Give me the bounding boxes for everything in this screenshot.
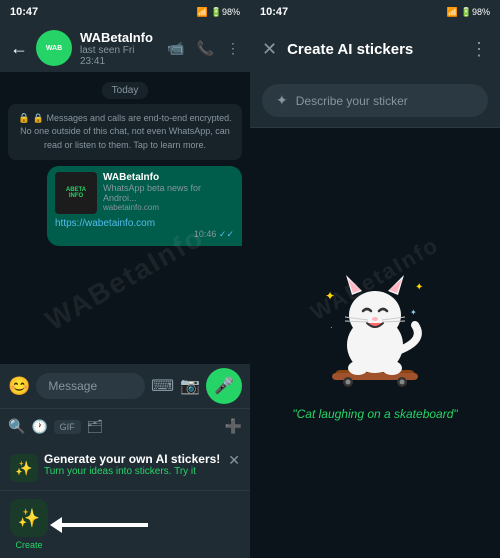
left-status-icons: 📶 🔋98% (197, 7, 240, 18)
arrow-line (58, 523, 148, 527)
battery-icon: 🔋98% (211, 7, 240, 18)
sticker-tab-icon[interactable]: 🗂 (87, 419, 104, 435)
right-status-bar: 10:47 📶 🔋98% (250, 0, 500, 24)
create-sticker-button[interactable]: ✨ Create (10, 499, 48, 550)
right-status-icons: 📶 🔋98% (447, 7, 490, 18)
right-battery-icon: 🔋98% (461, 7, 490, 18)
close-panel-button[interactable]: ✕ (262, 39, 277, 60)
right-panel: WABetaInfo 10:47 📶 🔋98% ✕ Create AI stic… (250, 0, 500, 558)
left-time: 10:47 (10, 6, 38, 18)
promo-title: Generate your own AI stickers! (44, 452, 222, 466)
date-badge: Today (8, 80, 242, 98)
back-button[interactable]: ← (10, 38, 28, 59)
link-preview: ABETAINFO WABetaInfo WhatsApp beta news … (55, 172, 234, 214)
link-source: wabetainfo.com (103, 203, 234, 212)
promo-close-button[interactable]: ✕ (228, 452, 240, 469)
contact-info: WABetaInfo last seen Fri 23:41 (80, 30, 159, 67)
mic-button[interactable]: 🎤 (206, 368, 242, 404)
contact-avatar: WAB (36, 30, 72, 66)
emoji-recent-icon[interactable]: 🕐 (31, 419, 47, 435)
message-input[interactable]: Message (36, 373, 145, 399)
panel-title: Create AI stickers (287, 41, 460, 58)
contact-name: WABetaInfo (80, 30, 159, 45)
more-options-icon[interactable]: ⋮ (226, 40, 240, 57)
message-time: 10:46 ✓✓ (55, 229, 234, 240)
video-call-icon[interactable]: 📹 (167, 40, 184, 57)
signal-icon: 📶 (197, 7, 208, 18)
right-panel-header: ✕ Create AI stickers ⋮ (250, 24, 500, 74)
describe-input-wrap: ✦ Describe your sticker (250, 74, 500, 128)
panel-more-button[interactable]: ⋮ (470, 39, 488, 60)
add-emoji-button[interactable]: ➕ (225, 418, 242, 435)
link-title: WABetaInfo (103, 172, 234, 183)
camera-button[interactable]: 📷 (180, 376, 200, 396)
encrypted-notice: 🔒 🔒 Messages and calls are end-to-end en… (8, 104, 242, 160)
chat-input-area: 😊 Message ⌨ 📷 🎤 (0, 364, 250, 408)
svg-text:·: · (330, 323, 333, 332)
create-sticker-icon: ✨ (10, 499, 48, 537)
keyboard-button[interactable]: ⌨ (151, 376, 174, 396)
promo-text: Generate your own AI stickers! Turn your… (44, 452, 222, 477)
contact-status: last seen Fri 23:41 (80, 45, 159, 67)
sticker-tray: ✨ Create (0, 490, 250, 558)
emoji-search-icon[interactable]: 🔍 (8, 418, 25, 435)
sparkle-icon: ✦ (276, 92, 288, 109)
svg-text:✦: ✦ (410, 308, 417, 317)
sticker-preview-area: ✦ ✦ ✦ · "Cat laughing on a skateboard" (250, 128, 500, 558)
create-sticker-label: Create (15, 540, 42, 550)
right-time: 10:47 (260, 6, 288, 18)
left-panel: WABetaInfo 10:47 📶 🔋98% ← WAB WABetaInfo… (0, 0, 250, 558)
link-thumbnail: ABETAINFO (55, 172, 97, 214)
link-subtitle: WhatsApp beta news for Androi... (103, 183, 234, 203)
read-ticks: ✓✓ (219, 229, 234, 239)
lock-icon: 🔒 (18, 113, 30, 124)
sticker-image: ✦ ✦ ✦ · (310, 265, 440, 395)
right-signal-icon: 📶 (447, 7, 458, 18)
left-status-bar: 10:47 📶 🔋98% (0, 0, 250, 24)
arrow-indicator (58, 523, 240, 527)
promo-subtitle: Turn your ideas into stickers. Try it (44, 466, 222, 477)
sticker-promo-banner: ✨ Generate your own AI stickers! Turn yo… (0, 444, 250, 490)
link-url[interactable]: https://wabetainfo.com (55, 218, 234, 229)
chat-body: Today 🔒 🔒 Messages and calls are end-to-… (0, 72, 250, 364)
link-text-block: WABetaInfo WhatsApp beta news for Androi… (103, 172, 234, 214)
promo-cta-link[interactable]: Try it (174, 466, 196, 477)
promo-icon: ✨ (10, 454, 38, 482)
emoji-bar: 🔍 🕐 GIF 🗂 ➕ (0, 408, 250, 444)
chat-header: ← WAB WABetaInfo last seen Fri 23:41 📹 📞… (0, 24, 250, 72)
message-bubble: ABETAINFO WABetaInfo WhatsApp beta news … (47, 166, 242, 246)
describe-placeholder: Describe your sticker (296, 94, 408, 108)
emoji-button[interactable]: 😊 (8, 376, 30, 397)
sticker-caption: "Cat laughing on a skateboard" (292, 407, 457, 421)
header-actions: 📹 📞 ⋮ (167, 40, 240, 57)
voice-call-icon[interactable]: 📞 (197, 40, 214, 57)
gif-button[interactable]: GIF (54, 420, 81, 434)
svg-text:✦: ✦ (415, 282, 423, 293)
describe-input[interactable]: ✦ Describe your sticker (262, 84, 488, 117)
svg-text:✦: ✦ (325, 289, 335, 303)
